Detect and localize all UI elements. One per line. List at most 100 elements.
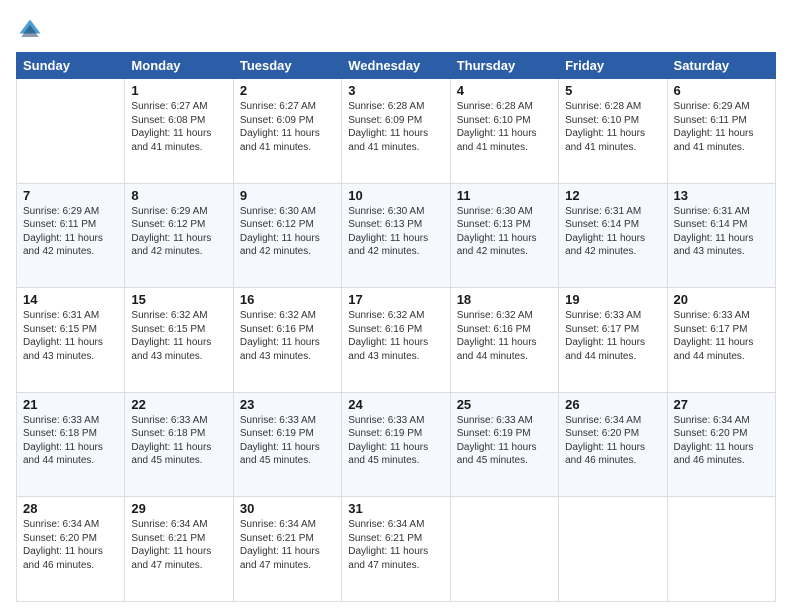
calendar-cell: 1 Sunrise: 6:27 AM Sunset: 6:08 PM Daylig… [125,79,233,184]
day-number: 27 [674,397,769,412]
day-info: Sunrise: 6:33 AM Sunset: 6:19 PM Dayligh… [240,414,335,468]
calendar-cell: 19 Sunrise: 6:33 AM Sunset: 6:17 PM Dayli… [559,288,667,393]
day-number: 20 [674,292,769,307]
weekday-header: Thursday [450,53,558,79]
day-number: 3 [348,83,443,98]
day-info: Sunrise: 6:30 AM Sunset: 6:12 PM Dayligh… [240,205,335,259]
day-info: Sunrise: 6:32 AM Sunset: 6:15 PM Dayligh… [131,309,226,363]
calendar-cell: 10Sunrise: 6:30 AM Sunset: 6:13 PM Dayli… [342,183,450,288]
calendar-cell [559,497,667,602]
weekday-header: Wednesday [342,53,450,79]
calendar-cell [667,497,775,602]
calendar-cell: 7Sunrise: 6:29 AM Sunset: 6:11 PM Daylig… [17,183,125,288]
calendar-cell: 23 Sunrise: 6:33 AM Sunset: 6:19 PM Dayli… [233,392,341,497]
calendar-cell: 31 Sunrise: 6:34 AM Sunset: 6:21 PM Dayli… [342,497,450,602]
day-info: Sunrise: 6:32 AM Sunset: 6:16 PM Dayligh… [240,309,335,363]
weekday-header: Sunday [17,53,125,79]
calendar-table: SundayMondayTuesdayWednesdayThursdayFrid… [16,52,776,602]
day-number: 18 [457,292,552,307]
day-number: 13 [674,188,769,203]
day-number: 4 [457,83,552,98]
calendar-cell: 25 Sunrise: 6:33 AM Sunset: 6:19 PM Dayli… [450,392,558,497]
day-info: Sunrise: 6:31 AM Sunset: 6:14 PM Dayligh… [674,205,769,259]
day-number: 28 [23,501,118,516]
day-info: Sunrise: 6:34 AM Sunset: 6:20 PM Dayligh… [565,414,660,468]
calendar-cell: 17Sunrise: 6:32 AM Sunset: 6:16 PM Dayli… [342,288,450,393]
page: SundayMondayTuesdayWednesdayThursdayFrid… [0,0,792,612]
calendar-cell: 29Sunrise: 6:34 AM Sunset: 6:21 PM Dayli… [125,497,233,602]
calendar-cell: 18 Sunrise: 6:32 AM Sunset: 6:16 PM Dayli… [450,288,558,393]
day-info: Sunrise: 6:33 AM Sunset: 6:17 PM Dayligh… [674,309,769,363]
calendar-cell: 15 Sunrise: 6:32 AM Sunset: 6:15 PM Dayli… [125,288,233,393]
calendar-cell: 26Sunrise: 6:34 AM Sunset: 6:20 PM Dayli… [559,392,667,497]
day-number: 12 [565,188,660,203]
day-info: Sunrise: 6:32 AM Sunset: 6:16 PM Dayligh… [457,309,552,363]
day-info: Sunrise: 6:33 AM Sunset: 6:17 PM Dayligh… [565,309,660,363]
day-info: Sunrise: 6:28 AM Sunset: 6:10 PM Dayligh… [457,100,552,154]
day-number: 5 [565,83,660,98]
day-info: Sunrise: 6:34 AM Sunset: 6:20 PM Dayligh… [23,518,118,572]
day-info: Sunrise: 6:28 AM Sunset: 6:09 PM Dayligh… [348,100,443,154]
day-info: Sunrise: 6:33 AM Sunset: 6:18 PM Dayligh… [23,414,118,468]
calendar-cell: 28 Sunrise: 6:34 AM Sunset: 6:20 PM Dayli… [17,497,125,602]
calendar-cell: 11 Sunrise: 6:30 AM Sunset: 6:13 PM Dayli… [450,183,558,288]
day-info: Sunrise: 6:33 AM Sunset: 6:18 PM Dayligh… [131,414,226,468]
calendar-cell [17,79,125,184]
day-number: 6 [674,83,769,98]
weekday-header: Friday [559,53,667,79]
calendar-week-row: 1 Sunrise: 6:27 AM Sunset: 6:08 PM Daylig… [17,79,776,184]
day-number: 25 [457,397,552,412]
calendar-cell: 4 Sunrise: 6:28 AM Sunset: 6:10 PM Daylig… [450,79,558,184]
day-number: 11 [457,188,552,203]
day-info: Sunrise: 6:28 AM Sunset: 6:10 PM Dayligh… [565,100,660,154]
day-info: Sunrise: 6:29 AM Sunset: 6:11 PM Dayligh… [23,205,118,259]
day-info: Sunrise: 6:27 AM Sunset: 6:09 PM Dayligh… [240,100,335,154]
day-number: 30 [240,501,335,516]
logo [16,16,48,44]
day-number: 17 [348,292,443,307]
day-number: 2 [240,83,335,98]
calendar-cell: 30 Sunrise: 6:34 AM Sunset: 6:21 PM Dayli… [233,497,341,602]
day-info: Sunrise: 6:34 AM Sunset: 6:20 PM Dayligh… [674,414,769,468]
day-number: 1 [131,83,226,98]
day-number: 19 [565,292,660,307]
day-info: Sunrise: 6:30 AM Sunset: 6:13 PM Dayligh… [457,205,552,259]
day-info: Sunrise: 6:27 AM Sunset: 6:08 PM Dayligh… [131,100,226,154]
day-info: Sunrise: 6:34 AM Sunset: 6:21 PM Dayligh… [240,518,335,572]
calendar-week-row: 28 Sunrise: 6:34 AM Sunset: 6:20 PM Dayli… [17,497,776,602]
header [16,16,776,44]
day-number: 14 [23,292,118,307]
calendar-cell: 13 Sunrise: 6:31 AM Sunset: 6:14 PM Dayli… [667,183,775,288]
calendar-cell: 6 Sunrise: 6:29 AM Sunset: 6:11 PM Daylig… [667,79,775,184]
weekday-header: Tuesday [233,53,341,79]
calendar-week-row: 7Sunrise: 6:29 AM Sunset: 6:11 PM Daylig… [17,183,776,288]
calendar-cell: 9 Sunrise: 6:30 AM Sunset: 6:12 PM Daylig… [233,183,341,288]
calendar-cell: 3 Sunrise: 6:28 AM Sunset: 6:09 PM Daylig… [342,79,450,184]
day-info: Sunrise: 6:33 AM Sunset: 6:19 PM Dayligh… [348,414,443,468]
day-number: 10 [348,188,443,203]
calendar-cell: 20 Sunrise: 6:33 AM Sunset: 6:17 PM Dayli… [667,288,775,393]
calendar-cell: 27 Sunrise: 6:34 AM Sunset: 6:20 PM Dayli… [667,392,775,497]
day-number: 9 [240,188,335,203]
day-info: Sunrise: 6:33 AM Sunset: 6:19 PM Dayligh… [457,414,552,468]
day-info: Sunrise: 6:34 AM Sunset: 6:21 PM Dayligh… [348,518,443,572]
calendar-cell: 21 Sunrise: 6:33 AM Sunset: 6:18 PM Dayli… [17,392,125,497]
calendar-cell: 22 Sunrise: 6:33 AM Sunset: 6:18 PM Dayli… [125,392,233,497]
day-number: 21 [23,397,118,412]
calendar-cell: 16Sunrise: 6:32 AM Sunset: 6:16 PM Dayli… [233,288,341,393]
calendar-header-row: SundayMondayTuesdayWednesdayThursdayFrid… [17,53,776,79]
day-number: 23 [240,397,335,412]
day-number: 22 [131,397,226,412]
day-info: Sunrise: 6:29 AM Sunset: 6:11 PM Dayligh… [674,100,769,154]
day-number: 8 [131,188,226,203]
day-info: Sunrise: 6:34 AM Sunset: 6:21 PM Dayligh… [131,518,226,572]
day-info: Sunrise: 6:31 AM Sunset: 6:14 PM Dayligh… [565,205,660,259]
calendar-cell [450,497,558,602]
day-number: 15 [131,292,226,307]
day-number: 31 [348,501,443,516]
weekday-header: Monday [125,53,233,79]
calendar-cell: 5 Sunrise: 6:28 AM Sunset: 6:10 PM Daylig… [559,79,667,184]
calendar-cell: 8Sunrise: 6:29 AM Sunset: 6:12 PM Daylig… [125,183,233,288]
calendar-cell: 12 Sunrise: 6:31 AM Sunset: 6:14 PM Dayli… [559,183,667,288]
day-number: 24 [348,397,443,412]
